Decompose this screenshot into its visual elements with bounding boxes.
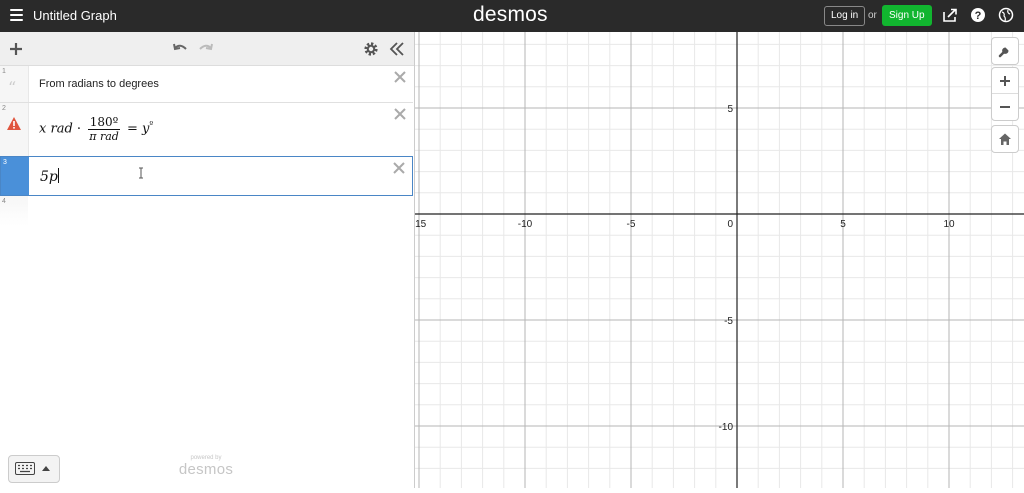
quote-icon: “ (8, 78, 17, 97)
warning-icon[interactable] (6, 116, 22, 131)
undo-icon[interactable] (171, 40, 189, 58)
lhs-unit: rad (50, 121, 73, 137)
or-label: or (868, 10, 877, 21)
desmos-logo: desmos (473, 3, 548, 26)
powered-by-brand: desmos (178, 461, 234, 478)
gear-icon[interactable] (362, 40, 380, 58)
graph-title[interactable]: Untitled Graph (33, 8, 117, 23)
major-gridlines (415, 32, 1024, 488)
expression-item-empty[interactable]: 4 (0, 196, 413, 226)
expression-index: 3 (3, 159, 7, 166)
expression-toolbar (0, 32, 414, 66)
multiply-operator: · (76, 121, 82, 137)
x-tick-label: 0 (727, 219, 733, 230)
expression-index: 2 (2, 105, 6, 112)
close-icon[interactable] (393, 107, 407, 121)
expression-tab[interactable]: 4 (0, 196, 28, 226)
expression-item-active[interactable]: 3 5p (0, 156, 413, 196)
expression-value: 5p (40, 169, 58, 185)
zoom-controls (991, 67, 1019, 121)
graph-settings-button[interactable] (991, 37, 1019, 65)
math-expression[interactable]: x rad · 180º π rad = yº (39, 115, 153, 143)
help-icon[interactable]: ? (970, 7, 986, 23)
fraction: 180º π rad (88, 115, 120, 143)
x-tick-label: 10 (943, 219, 955, 230)
expression-index: 1 (2, 68, 6, 75)
equals-sign: = (126, 121, 138, 137)
y-tick-label: 5 (727, 104, 733, 115)
y-tick-label: -10 (719, 422, 734, 433)
share-icon[interactable] (942, 7, 958, 23)
x-tick-label: -15 (415, 219, 427, 230)
minus-icon[interactable] (997, 99, 1013, 115)
expression-tab[interactable]: 3 (1, 157, 29, 195)
keyboard-toggle-button[interactable] (8, 455, 60, 483)
fraction-numerator: 180º (89, 115, 119, 129)
expression-item-note[interactable]: 1 “ From radians to degrees (0, 66, 413, 103)
plus-icon[interactable] (7, 40, 25, 58)
denominator-unit: rad (99, 130, 119, 143)
expression-tab[interactable]: 1 “ (0, 66, 29, 102)
y-tick-label: -5 (724, 316, 733, 327)
hamburger-icon[interactable] (10, 9, 23, 21)
top-bar: Untitled Graph desmos Log in or Sign Up … (0, 0, 1024, 32)
plus-icon[interactable] (997, 73, 1013, 89)
expression-index: 4 (2, 198, 6, 205)
svg-text:?: ? (975, 10, 982, 22)
degree-symbol: º (149, 120, 154, 130)
x-tick-labels: -15 -10 -5 0 5 10 (412, 219, 955, 230)
home-icon (999, 133, 1011, 145)
close-icon[interactable] (392, 161, 406, 175)
lhs-variable: x (39, 121, 47, 137)
keyboard-icon (15, 462, 35, 475)
x-tick-label: 5 (840, 219, 846, 230)
expression-tab[interactable]: 2 (0, 103, 29, 157)
globe-icon[interactable] (998, 7, 1014, 23)
x-tick-label: -10 (518, 219, 533, 230)
close-icon[interactable] (393, 70, 407, 84)
graph-canvas[interactable]: -15 -10 -5 0 5 10 5 -5 -10 (412, 32, 1024, 488)
expression-input[interactable]: 5p (40, 168, 59, 185)
denominator-pi: π (89, 130, 97, 143)
caret-up-icon (42, 466, 50, 471)
zoom-divider (992, 93, 1018, 94)
powered-by-logo: powered by desmos (171, 455, 241, 478)
wrench-icon (998, 47, 1009, 58)
text-cursor (57, 168, 59, 183)
redo-icon[interactable] (197, 40, 215, 58)
minor-gridlines (415, 32, 1024, 488)
fraction-denominator: π rad (88, 129, 120, 143)
expression-panel: 1 “ From radians to degrees 2 x rad · 18… (0, 32, 415, 488)
ibeam-cursor-icon (139, 167, 143, 179)
login-button[interactable]: Log in (824, 6, 866, 26)
signup-button[interactable]: Sign Up (882, 5, 932, 26)
double-chevron-left-icon[interactable] (388, 40, 406, 58)
x-tick-label: -5 (627, 219, 636, 230)
home-button[interactable] (991, 125, 1019, 153)
graph-paper[interactable]: -15 -10 -5 0 5 10 5 -5 -10 (412, 32, 1024, 488)
expression-item-formula[interactable]: 2 x rad · 180º π rad = yº (0, 103, 413, 158)
note-text[interactable]: From radians to degrees (39, 78, 159, 90)
